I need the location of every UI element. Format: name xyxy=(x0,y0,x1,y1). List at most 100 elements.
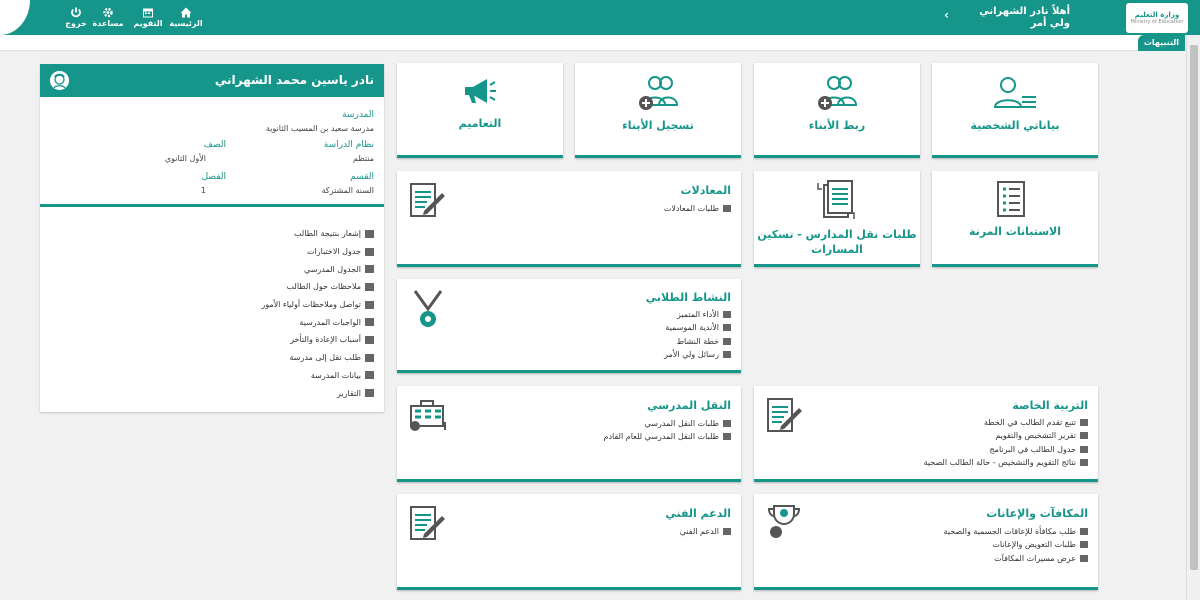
outstanding-performance-link[interactable]: الأداء المتميز xyxy=(664,308,731,321)
disability-reward-link[interactable]: طلب مكافأة للإعاقات الجسمية والصحية xyxy=(944,525,1088,538)
list-icon xyxy=(365,371,374,380)
card-special-education: التربية الخاصة تتبع تقدم الطالب في الخطة… xyxy=(754,386,1098,482)
list-icon xyxy=(365,247,374,256)
help-label: مساعدة xyxy=(92,19,124,28)
tile-circulars[interactable]: التعاميم xyxy=(397,63,563,158)
calculator-icon xyxy=(1080,554,1088,562)
tile-circulars-label: التعاميم xyxy=(458,117,502,130)
class-value: 1 xyxy=(200,186,206,195)
card-activity-title: النشاط الطلابي xyxy=(645,291,731,304)
copy-icon xyxy=(365,282,374,291)
link-repeat-reasons[interactable]: أسباب الإعادة والتأخر xyxy=(40,331,384,349)
tech-support-link[interactable]: الدعم الفني xyxy=(680,525,731,538)
tile-transfer-requests[interactable]: طلبات نقل المدارس - تسكين المسارات xyxy=(754,171,920,267)
top-bar: خروج مساعدة التقويم الرئيسية ‹ أهلاً ناد… xyxy=(0,0,1200,35)
logout-label: خروج xyxy=(65,19,87,28)
transport-next-year-link[interactable]: طلبات النقل المدرسي للعام القادم xyxy=(604,430,731,443)
study-system-value: منتظم xyxy=(353,154,374,163)
calendar-icon xyxy=(143,8,153,18)
card-support-items: الدعم الفني xyxy=(680,525,731,538)
tile-personal-data-label: بياناتي الشخصية xyxy=(970,119,1060,132)
seasonal-clubs-link[interactable]: الأندية الموسمية xyxy=(664,321,731,334)
link-school-schedule[interactable]: الجدول المدرسي xyxy=(40,260,384,278)
card-equivalencies-items: طلبات المعادلات xyxy=(664,202,731,215)
megaphone-icon xyxy=(465,79,496,103)
card-school-transport: النقل المدرسي طلبات النقل المدرسي طلبات … xyxy=(397,386,741,482)
edit-icon xyxy=(365,318,374,327)
users-icon xyxy=(1080,528,1088,536)
link-exam-schedule[interactable]: جدول الاختبارات xyxy=(40,243,384,261)
student-profile-panel: نادر ياسين محمد الشهراني المدرسة مدرسة س… xyxy=(40,64,384,412)
grade-value: الأول الثانوي xyxy=(164,154,206,163)
user-name: أهلاً نادر الشهراني xyxy=(979,6,1070,17)
health-status-link[interactable]: نتائج التقويم والتشخيص - حالة الطالب الص… xyxy=(924,456,1088,469)
alerts-tab[interactable]: التنبيهات xyxy=(1137,35,1185,51)
sitemap-icon xyxy=(723,337,731,345)
diagnosis-report-link[interactable]: تقرير التشخيص والتقويم xyxy=(924,429,1088,442)
users-icon xyxy=(723,420,731,428)
scrollbar-thumb[interactable] xyxy=(1190,45,1198,570)
track-plan-progress-link[interactable]: تتبع تقدم الطالب في الخطة xyxy=(924,416,1088,429)
document-edit-icon xyxy=(767,398,802,432)
home-button[interactable]: الرئيسية xyxy=(166,6,206,28)
link-school-data[interactable]: بيانات المدرسة xyxy=(40,367,384,385)
chart-icon xyxy=(1080,459,1088,467)
reward-payroll-link[interactable]: عرض مسيرات المكافآت xyxy=(944,552,1088,565)
calendar-button[interactable]: التقويم xyxy=(128,6,168,28)
study-system-label: نظام الدراسة xyxy=(323,140,374,150)
school-bus-icon xyxy=(410,400,446,431)
link-student-notes[interactable]: ملاحظات حول الطالب xyxy=(40,278,384,296)
calendar-label: التقويم xyxy=(133,19,163,28)
trophy-icon xyxy=(723,311,731,319)
sub-bar: التنبيهات xyxy=(0,35,1185,51)
tile-link-children[interactable]: ربط الأبناء xyxy=(754,63,920,158)
activity-plan-link[interactable]: خطة النشاط xyxy=(664,335,731,348)
document-icon xyxy=(365,389,374,398)
link-homework[interactable]: الواجبات المدرسية xyxy=(40,313,384,331)
dollar-icon xyxy=(1080,541,1088,549)
document-transfer-icon xyxy=(817,180,855,219)
page-scrollbar[interactable] xyxy=(1186,35,1200,600)
power-icon xyxy=(71,7,81,18)
equivalency-requests-link[interactable]: طلبات المعادلات xyxy=(664,202,731,215)
link-student-result[interactable]: إشعار بنتيجة الطالب xyxy=(40,225,384,243)
card-student-activity: النشاط الطلابي الأداء المتميز الأندية ال… xyxy=(397,279,741,373)
chart-icon xyxy=(365,229,374,238)
card-rewards-title: المكافآت والإعانات xyxy=(986,507,1088,520)
document-edit-icon xyxy=(410,183,445,217)
card-rewards: المكافآت والإعانات طلب مكافأة للإعاقات ا… xyxy=(754,494,1098,590)
flag-icon xyxy=(365,353,374,362)
copy-icon xyxy=(723,528,731,536)
copy-icon xyxy=(723,205,731,213)
logo-title: وزارة التعليم xyxy=(1134,11,1180,19)
link-parent-communication[interactable]: تواصل وملاحظات أولياء الأمور xyxy=(40,296,384,314)
tile-register-children-label: تسجيل الأبناء xyxy=(622,119,694,132)
logo-subtitle: Ministry of Education xyxy=(1130,19,1184,25)
profile-header: نادر ياسين محمد الشهراني xyxy=(40,64,384,97)
link-transfer-request[interactable]: طلب نقل إلى مدرسة xyxy=(40,349,384,367)
tile-personal-data[interactable]: بياناتي الشخصية xyxy=(932,63,1098,158)
person-card-icon xyxy=(993,77,1036,108)
user-role: ولي أمر xyxy=(1030,18,1070,29)
tile-flexible-surveys[interactable]: الاستبانات المرنة xyxy=(932,171,1098,267)
compensation-requests-link[interactable]: طلبات التعويض والإعانات xyxy=(944,538,1088,551)
gear-icon xyxy=(103,7,113,18)
checklist-icon xyxy=(997,181,1025,217)
school-value: مدرسة سعيد بن المسيب الثانوية xyxy=(265,124,374,133)
program-schedule-link[interactable]: جدول الطالب في البرنامج xyxy=(924,443,1088,456)
link-reports[interactable]: التقارير xyxy=(40,384,384,402)
list-icon xyxy=(365,335,374,344)
grade-label: الصف xyxy=(203,140,226,150)
chevron-left-icon[interactable]: ‹ xyxy=(944,8,949,22)
transport-requests-link[interactable]: طلبات النقل المدرسي xyxy=(604,417,731,430)
parent-messages-link[interactable]: رسائل ولي الأمر xyxy=(664,348,731,361)
envelope-icon xyxy=(365,300,374,309)
tile-link-children-label: ربط الأبناء xyxy=(808,119,866,132)
card-equivalencies-title: المعادلات xyxy=(680,184,731,197)
list-icon xyxy=(1080,445,1088,453)
tile-register-children[interactable]: تسجيل الأبناء xyxy=(575,63,741,158)
tile-flexible-surveys-label: الاستبانات المرنة xyxy=(969,225,1061,238)
section-value: السنة المشتركة xyxy=(321,186,374,195)
avatar-icon xyxy=(50,71,69,90)
help-button[interactable]: مساعدة xyxy=(88,6,128,28)
